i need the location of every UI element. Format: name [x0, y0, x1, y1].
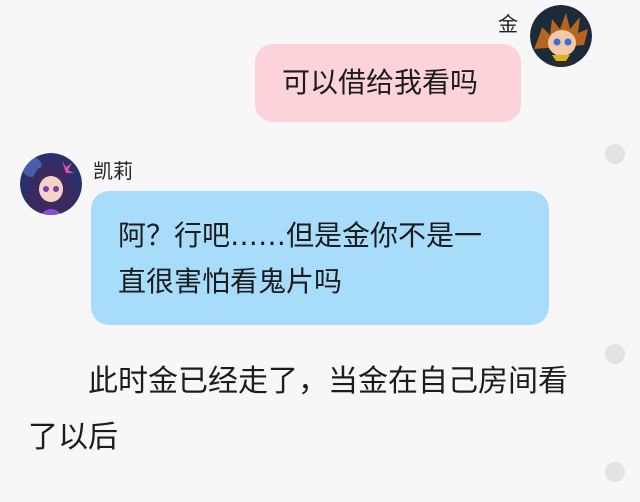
message-text: 可以借给我看吗 — [282, 66, 479, 99]
scroll-dot — [605, 144, 625, 164]
girl-anime-avatar-icon — [20, 153, 82, 215]
kelly-avatar[interactable] — [20, 153, 82, 215]
message-line-1: 阿？行吧……但是金你不是一 — [118, 219, 483, 252]
boy-anime-avatar-icon — [530, 5, 592, 67]
narration-line-2: 了以后 — [28, 420, 118, 455]
scroll-dot — [605, 344, 625, 364]
sender-name-kim: 金 — [498, 12, 518, 36]
message-line-2: 直很害怕看鬼片吗 — [118, 265, 343, 298]
message-bubble-kelly: 阿？行吧……但是金你不是一 直很害怕看鬼片吗 — [91, 191, 549, 325]
scroll-dot — [605, 462, 625, 482]
message-bubble-kim: 可以借给我看吗 — [255, 44, 521, 122]
narration-line-1: 此时金已经走了，当金在自己房间看 — [28, 364, 568, 399]
kim-avatar[interactable] — [530, 5, 592, 67]
sender-name-kelly: 凯莉 — [93, 159, 133, 183]
